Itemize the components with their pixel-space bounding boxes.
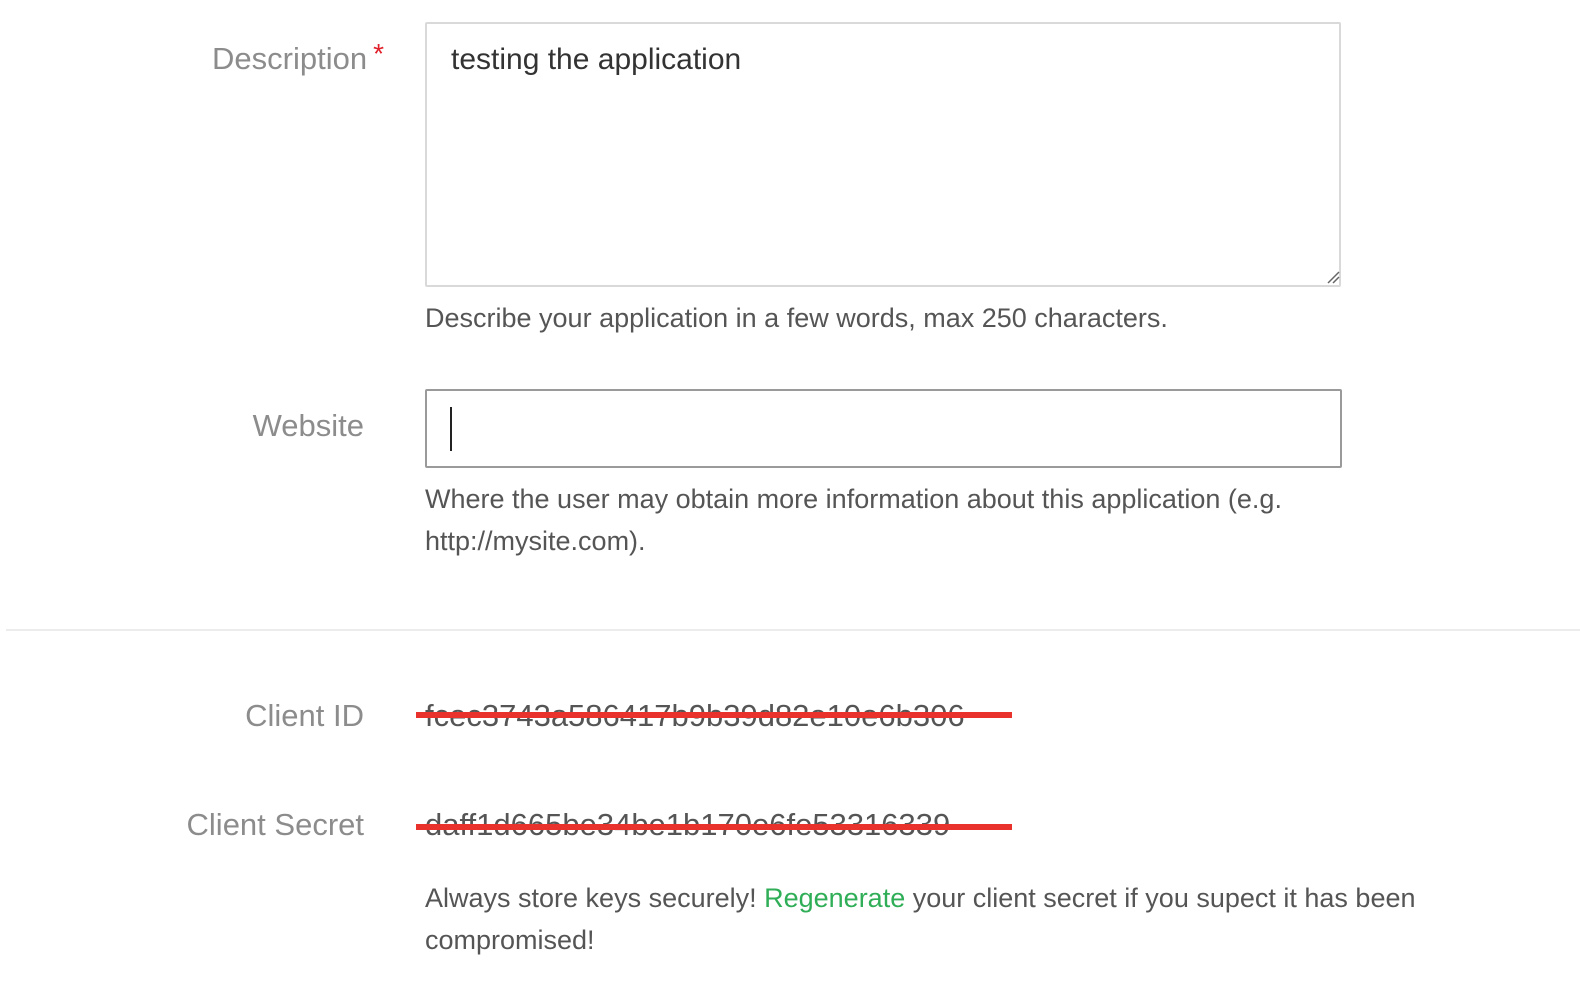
description-textarea[interactable]: testing the application [425, 22, 1341, 287]
client-id-label: Client ID [245, 698, 364, 733]
text-caret [450, 407, 452, 451]
keys-help-text: Always store keys securely! Regenerate y… [425, 877, 1485, 961]
required-asterisk: * [373, 38, 384, 69]
client-id-redaction-line [416, 712, 1012, 718]
description-label: Description * [212, 38, 384, 79]
description-help-text: Describe your application in a few words… [425, 303, 1168, 333]
section-divider [6, 629, 1580, 631]
client-secret-redaction-line [416, 824, 1012, 830]
client-secret-label: Client Secret [186, 807, 364, 842]
website-help-text: Where the user may obtain more informati… [425, 484, 1282, 556]
website-input[interactable] [425, 389, 1342, 468]
keys-help-prefix: Always store keys securely! [425, 883, 765, 913]
resize-grip-icon[interactable] [1326, 270, 1340, 284]
regenerate-link[interactable]: Regenerate [764, 883, 905, 913]
website-label: Website [252, 408, 364, 443]
description-label-text: Description [212, 41, 368, 76]
